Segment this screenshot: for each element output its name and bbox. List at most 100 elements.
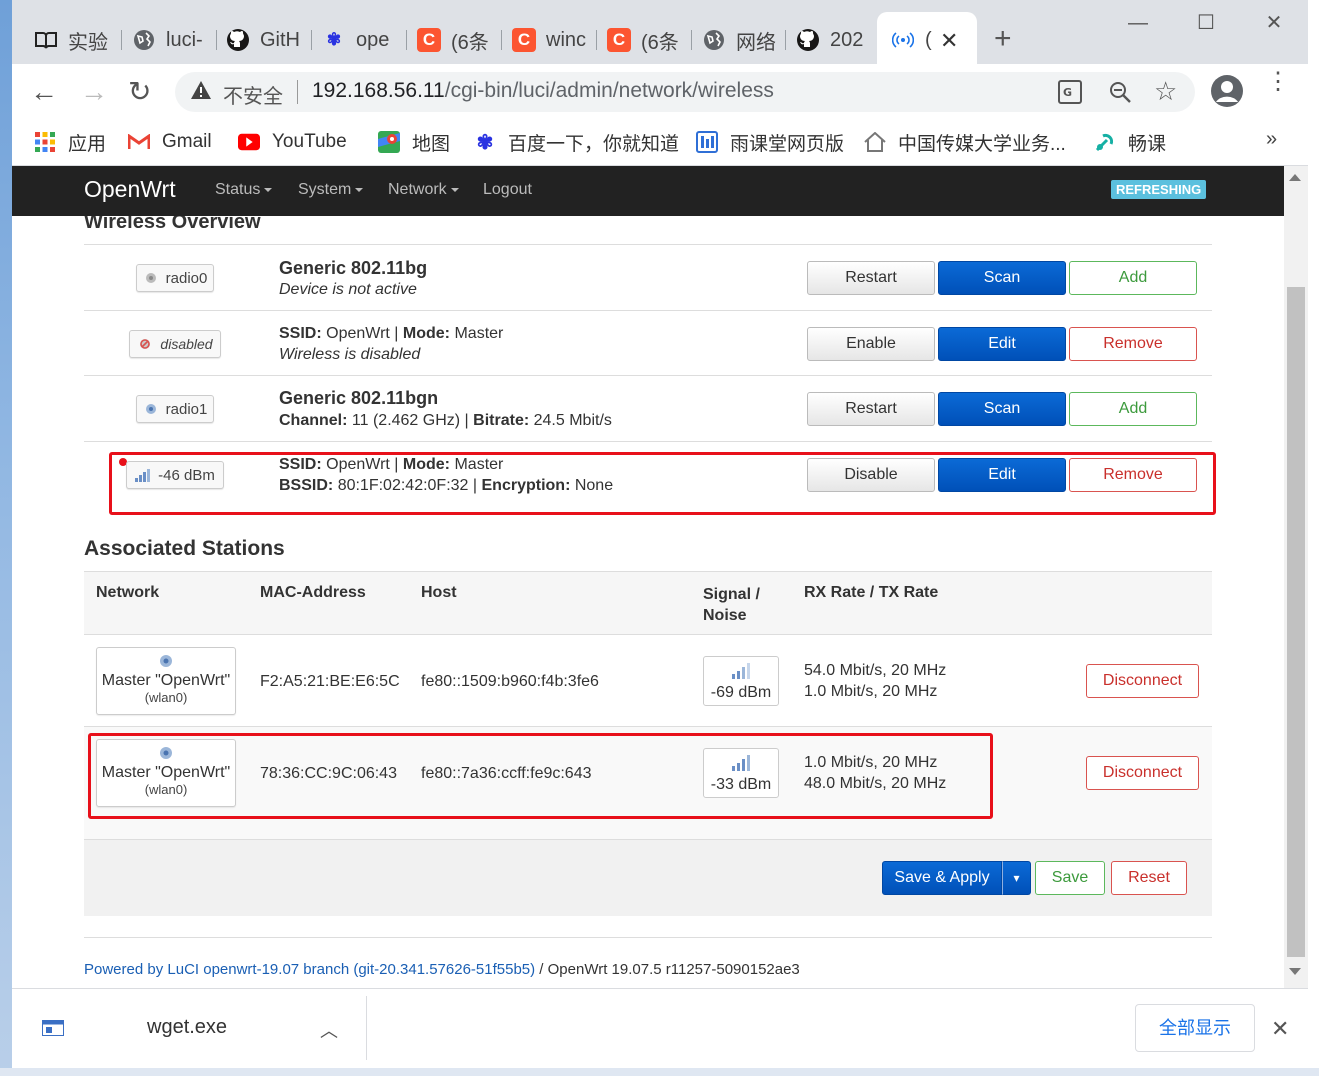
tab-10[interactable]: ( (891, 18, 941, 62)
bookmark-baidu[interactable]: ✾ 百度一下，你就知道 (474, 128, 679, 156)
station-iface-label: (wlan0) (144, 690, 188, 705)
device-title: Generic 802.11bgn (279, 388, 439, 408)
chevron-up-icon[interactable]: ︿ (320, 1017, 338, 1043)
more-bookmarks-icon[interactable]: » (1266, 128, 1277, 151)
luci-version-link[interactable]: Powered by LuCI openwrt-19.07 branch (gi… (84, 961, 535, 978)
save-apply-button[interactable]: Save & Apply (882, 861, 1002, 895)
tab-8[interactable]: 网络 (702, 18, 778, 62)
scroll-up-icon[interactable] (1289, 174, 1301, 181)
disconnect-button[interactable]: Disconnect (1086, 756, 1199, 790)
scan-button[interactable]: Scan (938, 261, 1066, 295)
tronclass-icon (1094, 131, 1116, 153)
close-downloads-icon[interactable]: ✕ (1271, 1016, 1289, 1042)
apps-grid-icon (34, 131, 56, 153)
add-button[interactable]: Add (1069, 261, 1197, 295)
tab-1[interactable]: 实验 (34, 18, 114, 62)
csdn-icon: C (607, 28, 631, 52)
profile-avatar-icon[interactable] (1210, 74, 1244, 113)
tab-2[interactable]: luci- (132, 18, 208, 62)
csdn-icon: C (512, 28, 536, 52)
gmail-icon (128, 131, 150, 153)
translate-icon[interactable]: G (1058, 80, 1082, 109)
row-divider (84, 310, 1212, 311)
scan-button[interactable]: Scan (938, 392, 1066, 426)
restart-button[interactable]: Restart (807, 392, 935, 426)
menu-kebab-icon[interactable]: ⋮ (1266, 70, 1290, 94)
bookmark-star-icon[interactable]: ☆ (1154, 76, 1177, 107)
edit-button[interactable]: Edit (938, 327, 1066, 361)
highlight-box-station (88, 733, 993, 819)
new-tab-plus-icon[interactable]: + (994, 22, 1012, 56)
add-button[interactable]: Add (1069, 392, 1197, 426)
security-label[interactable]: 不安全 (223, 80, 283, 109)
reset-button[interactable]: Reset (1111, 861, 1187, 895)
bookmark-tronclass[interactable]: 畅课 (1094, 128, 1166, 156)
back-icon[interactable]: ← (30, 76, 58, 108)
tab-separator (596, 30, 597, 50)
restart-button[interactable]: Restart (807, 261, 935, 295)
wifi-radio-icon (160, 655, 172, 667)
tab-6[interactable]: C winc (512, 18, 588, 62)
tab-label: 实验 (68, 31, 108, 54)
csdn-icon: C (417, 28, 441, 52)
download-filename[interactable]: wget.exe (147, 1016, 227, 1039)
tab-separator (691, 30, 692, 50)
nav-network[interactable]: Network (388, 181, 459, 199)
channel-label: Channel: (279, 412, 348, 429)
bookmark-gmail[interactable]: Gmail (128, 128, 212, 156)
tab-label: winc (546, 28, 587, 51)
warning-icon (190, 80, 212, 105)
nav-system[interactable]: System (298, 181, 364, 199)
col-noise-label: Noise (703, 607, 747, 624)
svg-text:G: G (1063, 86, 1072, 99)
github-icon (796, 28, 820, 52)
station-mac: F2:A5:21:BE:E6:5C (260, 673, 400, 690)
tab-7[interactable]: C (6条 (607, 18, 683, 62)
tab-4[interactable]: ✾ ope (322, 18, 396, 62)
tab-close-icon[interactable]: ✕ (940, 28, 958, 54)
tab-separator (121, 30, 122, 50)
chevron-down-icon (450, 187, 459, 192)
nav-logout[interactable]: Logout (483, 181, 532, 199)
tab-9[interactable]: 202 (796, 18, 866, 62)
url-text[interactable]: 192.168.56.11/cgi-bin/luci/admin/network… (312, 79, 774, 103)
tab-5[interactable]: C (6条 (417, 18, 493, 62)
enable-button[interactable]: Enable (807, 327, 935, 361)
tab-3[interactable]: GitH (226, 18, 302, 62)
bookmark-youtube[interactable]: YouTube (238, 128, 347, 156)
col-signal-noise: Signal / Noise (703, 584, 760, 626)
reload-icon[interactable]: ↻ (128, 75, 151, 108)
scrollbar-thumb[interactable] (1287, 287, 1305, 957)
nav-status[interactable]: Status (215, 181, 273, 199)
bookmark-apps[interactable]: 应用 (34, 128, 106, 156)
bookmark-label: 百度一下，你就知道 (508, 133, 680, 155)
wireless-icon (891, 28, 915, 52)
bookmark-rain-classroom[interactable]: 雨课堂网页版 (696, 128, 844, 156)
save-apply-dropdown[interactable]: ▾ (1002, 861, 1031, 895)
save-button[interactable]: Save (1035, 861, 1105, 895)
brand-logo[interactable]: OpenWrt (84, 176, 176, 203)
remove-button[interactable]: Remove (1069, 327, 1197, 361)
radio0-badge: radio0 (136, 264, 214, 292)
tab-label: 202 (830, 28, 864, 51)
desktop-bottom-strip (0, 1068, 1319, 1076)
zoom-icon[interactable] (1108, 80, 1132, 109)
bookmark-label: 畅课 (1128, 133, 1167, 155)
bookmark-maps[interactable]: 地图 (378, 128, 450, 156)
forward-icon[interactable]: → (80, 76, 108, 108)
highlight-box-interface (109, 452, 1216, 515)
maximize-icon[interactable]: ☐ (1188, 8, 1224, 38)
row-divider (84, 244, 1212, 245)
scroll-down-icon[interactable] (1289, 968, 1301, 975)
minimize-icon[interactable]: — (1120, 8, 1156, 38)
disconnect-button[interactable]: Disconnect (1086, 664, 1199, 698)
station-rx-rate: 54.0 Mbit/s, 20 MHz (804, 662, 947, 679)
bookmark-cuc[interactable]: 中国传媒大学业务... (864, 128, 1066, 156)
exe-file-icon (42, 1020, 64, 1041)
wifi-radio-icon (145, 273, 156, 283)
radio1-badge: radio1 (136, 395, 214, 423)
show-all-downloads-button[interactable]: 全部显示 (1135, 1004, 1255, 1052)
close-window-icon[interactable]: ✕ (1256, 8, 1292, 38)
row-divider (84, 441, 1212, 442)
tab-label: ( (925, 28, 932, 51)
